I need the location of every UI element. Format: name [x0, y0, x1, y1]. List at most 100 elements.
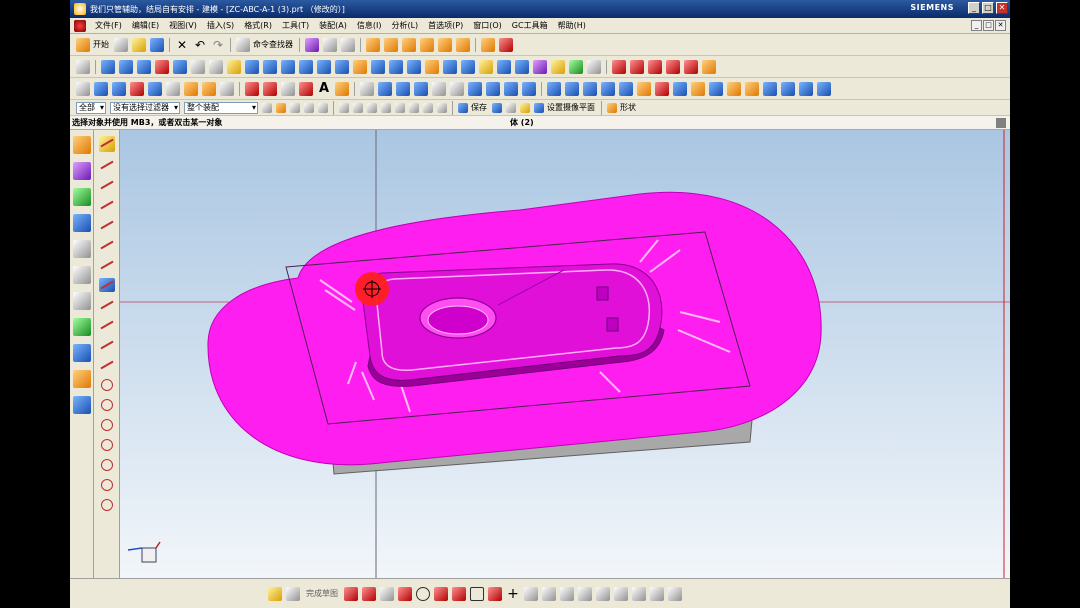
trim-body-icon[interactable] [497, 59, 511, 74]
pan-icon[interactable] [396, 81, 410, 96]
shape-tool-icon[interactable] [607, 102, 617, 113]
spline-icon[interactable] [648, 59, 662, 74]
through-curves-icon[interactable] [565, 81, 579, 96]
snap-midpoint-icon[interactable] [353, 102, 363, 113]
dimension-icon[interactable] [202, 81, 216, 96]
arc-icon[interactable] [263, 81, 277, 96]
extract-icon[interactable] [673, 81, 687, 96]
sketch-line-icon[interactable] [99, 158, 115, 172]
datum-plane-icon[interactable] [569, 59, 583, 74]
menu-view[interactable]: 视图(V) [164, 20, 202, 31]
sketch-circle-6-icon[interactable] [99, 478, 115, 492]
web-browser-icon[interactable] [73, 396, 91, 414]
part-navigator-icon[interactable] [76, 81, 90, 96]
sketch-arc-2-icon[interactable] [99, 318, 115, 332]
view-tool-3-icon[interactable] [520, 102, 530, 113]
sketch-arc-3-icon[interactable] [99, 338, 115, 352]
reuse-library-icon[interactable] [73, 214, 91, 232]
bottom-offset-icon[interactable] [524, 586, 538, 601]
save-icon[interactable] [150, 37, 164, 52]
show-hide-icon[interactable] [130, 81, 144, 96]
view-tool-2-icon[interactable] [506, 102, 516, 113]
offset-curve-icon[interactable] [666, 59, 680, 74]
bottom-chamfer-icon[interactable] [452, 586, 466, 601]
menu-help[interactable]: 帮助(H) [553, 20, 591, 31]
split-body-icon[interactable] [515, 59, 529, 74]
system-materials-icon[interactable] [73, 292, 91, 310]
block-icon[interactable] [263, 59, 277, 74]
replace-face-icon[interactable] [763, 81, 777, 96]
grid-icon[interactable] [220, 81, 234, 96]
save-view-icon[interactable] [458, 102, 468, 113]
hidden-line-icon[interactable] [504, 81, 518, 96]
bottom-mirror-icon[interactable] [560, 586, 574, 601]
close-button[interactable]: ✕ [996, 2, 1008, 14]
delete-icon[interactable]: ✕ [175, 38, 189, 52]
pocket-icon[interactable] [155, 59, 169, 74]
sketch-arc-4-icon[interactable] [99, 358, 115, 372]
history-icon[interactable] [73, 266, 91, 284]
draft-icon[interactable] [407, 59, 421, 74]
assembly-scope-dropdown[interactable]: 整个装配 [184, 101, 258, 114]
zoom-icon[interactable] [378, 81, 392, 96]
sketch-arc-icon[interactable] [99, 298, 115, 312]
constraint-navigator-icon[interactable] [73, 162, 91, 180]
menu-window[interactable]: 窗口(O) [468, 20, 507, 31]
bottom-point-icon[interactable]: + [506, 587, 520, 601]
thicken-icon[interactable] [533, 59, 547, 74]
deselect-icon[interactable] [262, 102, 272, 113]
rotate-icon[interactable] [414, 81, 428, 96]
menu-gc-toolkit[interactable]: GC工具箱 [507, 20, 553, 31]
doc-minimize-button[interactable]: _ [971, 20, 982, 31]
sketch-tangent-line-icon[interactable] [99, 238, 115, 252]
snap-intersection-icon[interactable] [381, 102, 391, 113]
sketch-dimension-icon[interactable] [99, 278, 115, 292]
bottom-dimension-icon[interactable] [632, 586, 646, 601]
n-sided-icon[interactable] [619, 81, 633, 96]
bottom-pattern-icon[interactable] [542, 586, 556, 601]
curve-line-icon[interactable] [612, 59, 626, 74]
menu-analysis[interactable]: 分析(L) [386, 20, 423, 31]
selected-mode-icon[interactable] [166, 81, 180, 96]
subtract-icon[interactable] [317, 59, 331, 74]
nx-logo-icon[interactable] [74, 19, 86, 32]
shell-icon[interactable] [389, 59, 403, 74]
chamfer-icon[interactable] [371, 59, 385, 74]
perspective-icon[interactable] [432, 81, 446, 96]
bottom-arc-icon[interactable] [398, 586, 412, 601]
bottom-spline-icon[interactable] [488, 586, 502, 601]
sketch-circle-7-icon[interactable] [99, 498, 115, 512]
hole-icon[interactable] [425, 59, 439, 74]
view-bottom-icon[interactable] [456, 37, 470, 52]
view-right-icon[interactable] [402, 37, 416, 52]
offset-surface-icon[interactable] [691, 81, 705, 96]
trim-sheet-icon[interactable] [709, 81, 723, 96]
bottom-settings-icon[interactable] [668, 586, 682, 601]
line-icon[interactable] [245, 81, 259, 96]
sketch-perpendicular-icon[interactable] [99, 218, 115, 232]
doc-restore-button[interactable]: □ [983, 20, 994, 31]
view-left-icon[interactable] [420, 37, 434, 52]
unite-icon[interactable] [299, 59, 313, 74]
wcs-plane-button[interactable]: 设置摄像平面 [547, 102, 595, 113]
bottom-relations-icon[interactable] [650, 586, 664, 601]
polyline-icon[interactable] [299, 81, 313, 96]
sketch-circle-icon[interactable] [99, 378, 115, 392]
roles-icon[interactable] [73, 344, 91, 362]
enlarge-icon[interactable] [727, 81, 741, 96]
selection-filter-dropdown[interactable]: 没有选择过滤器 [110, 101, 180, 114]
process-studio-icon[interactable] [73, 318, 91, 336]
trimetric-icon[interactable] [481, 37, 495, 52]
studio-icon[interactable] [522, 81, 536, 96]
pad-icon[interactable] [191, 59, 205, 74]
edit-object-icon[interactable] [112, 81, 126, 96]
menu-assemblies[interactable]: 装配(A) [314, 20, 352, 31]
bottom-extend-icon[interactable] [596, 586, 610, 601]
finish-sketch-button[interactable]: 完成草图 [306, 588, 338, 599]
view-front-icon[interactable] [366, 37, 380, 52]
sketch-parallel-icon[interactable] [99, 198, 115, 212]
redo-icon[interactable]: ↷ [211, 38, 225, 52]
sweep-icon[interactable] [137, 59, 151, 74]
boss-icon[interactable] [173, 59, 187, 74]
edge-blend-icon[interactable] [353, 59, 367, 74]
